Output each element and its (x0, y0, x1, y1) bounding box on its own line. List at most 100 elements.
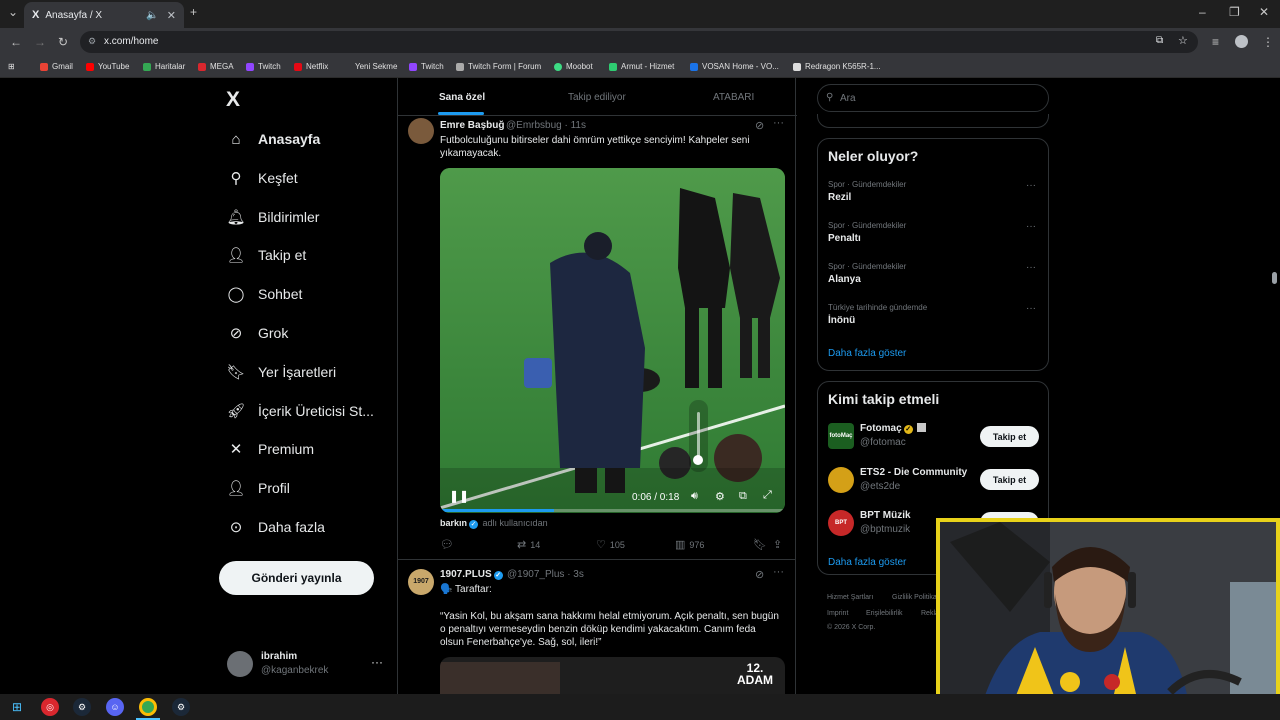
tab-for-you[interactable]: Sana özel (439, 92, 485, 103)
bookmark-item[interactable]: Twitch Form | Forum (456, 62, 541, 71)
bookmark-item[interactable]: Yeni Sekme (355, 62, 397, 71)
like-count: 105 (609, 539, 625, 550)
site-info-icon[interactable]: ⚙ (88, 36, 96, 47)
settings-gear-icon[interactable]: ⚙ (715, 490, 725, 503)
footer-link[interactable]: Imprint (827, 610, 848, 617)
profile-avatar-icon[interactable] (1235, 35, 1248, 48)
bookmark-item[interactable]: Netflix (294, 62, 328, 71)
twitch-icon (409, 62, 417, 71)
bookmark-item[interactable]: Armut - Hizmet (609, 62, 674, 71)
nav-item-notifications[interactable]: 🔔︎ Bildirimler (226, 202, 319, 232)
share-button[interactable]: ⇪ (773, 538, 786, 551)
picture-in-picture-icon[interactable]: ⧉ (739, 490, 747, 503)
url-field[interactable]: ⚙ x.com/home ⧉ ☆ (80, 31, 1198, 53)
video-progress-track[interactable] (440, 509, 785, 512)
avatar[interactable]: 1907 (408, 569, 434, 595)
bookmark-item[interactable]: Moobot (554, 62, 593, 71)
nav-item-profile[interactable]: 👤︎ Profil (226, 473, 289, 503)
volume-icon[interactable]: 🔊︎ (691, 490, 698, 503)
minimize-icon[interactable]: – (1199, 5, 1206, 19)
like-button[interactable]: ♡ 105 (596, 538, 625, 551)
bookmark-item[interactable]: Twitch (409, 62, 444, 71)
menu-kebab-icon[interactable]: ⋮ (1262, 35, 1274, 49)
nav-item-follow[interactable]: 👤︎ Takip et (226, 240, 306, 270)
tweet-media[interactable]: 12. ADAM (440, 657, 785, 694)
more-dots-icon[interactable]: ··· (1026, 221, 1036, 232)
tweet-video[interactable]: ❚❚ 0:06 / 0:18 🔊︎ ⚙ ⧉ ⤢ (440, 168, 785, 513)
bookmark-item[interactable]: Redragon K565R-1... (793, 62, 881, 71)
steam-icon[interactable]: ⚙ (172, 698, 190, 716)
bookmark-icon: 🔖︎ (753, 539, 767, 551)
show-more-link[interactable]: Daha fazla göster (828, 348, 906, 359)
nav-item-chat[interactable]: ◯ Sohbet (226, 279, 303, 309)
bookmark-item[interactable]: MEGA (198, 62, 234, 71)
tab-search-icon[interactable]: ⌄ (8, 5, 18, 19)
footer-link[interactable]: Gizlilik Politikası (892, 594, 942, 601)
nav-item-explore[interactable]: ⚲ Keşfet (226, 163, 298, 193)
credit-name[interactable]: barkın (440, 518, 467, 528)
chrome-icon[interactable] (139, 698, 157, 716)
search-input[interactable]: ⚲ Ara (817, 84, 1049, 112)
window-close-icon[interactable]: ✕ (1259, 5, 1269, 19)
new-tab-icon[interactable]: + (190, 5, 197, 19)
footer-link[interactable]: Erişilebilirlik (866, 610, 903, 617)
install-app-icon[interactable]: ⧉ (1156, 35, 1163, 46)
account-switcher[interactable]: ibrahim @kaganbekrek ··· (227, 648, 387, 682)
x-logo-icon[interactable]: X (226, 88, 240, 112)
restore-icon[interactable]: ❐ (1229, 5, 1240, 19)
more-dots-icon[interactable]: ··· (1026, 303, 1036, 314)
back-icon[interactable]: ← (10, 35, 22, 49)
tab-following[interactable]: Takip ediliyor (568, 92, 626, 103)
tweet-author-handle[interactable]: @Emrbsbug · 11s (506, 120, 586, 131)
more-dots-icon[interactable]: ··· (371, 655, 383, 669)
avatar[interactable] (408, 118, 434, 144)
fullscreen-icon[interactable]: ⤢ (763, 489, 772, 502)
forward-icon[interactable]: → (34, 35, 46, 49)
scrollbar-thumb[interactable] (1272, 272, 1277, 284)
browser-tab[interactable]: X Anasayfa / X 🔈 ✕ (24, 2, 184, 28)
bookmark-button[interactable]: 🔖︎ (753, 538, 771, 551)
views-button[interactable]: ▥ 976 (675, 538, 704, 551)
views-chart-icon: ▥ (675, 539, 686, 551)
nav-item-creator-studio[interactable]: 🚀︎ İçerik Üreticisi St... (226, 396, 373, 426)
tab-audio-icon[interactable]: 🔈 (146, 10, 158, 21)
more-dots-icon[interactable]: ··· (1026, 180, 1036, 191)
steam-icon[interactable]: ⚙ (73, 698, 91, 716)
tweet-author-name[interactable]: Emre Başbuğ (440, 120, 504, 131)
bookmark-item[interactable]: Gmail (40, 62, 73, 71)
bookmark-item[interactable]: Twitch (246, 62, 281, 71)
media-controls-icon[interactable]: ≡ (1212, 35, 1219, 49)
bookmark-item[interactable]: YouTube (86, 62, 129, 71)
pause-icon[interactable]: ❚❚ (449, 489, 469, 503)
footer-link[interactable]: Hizmet Şartları (827, 594, 873, 601)
grok-icon[interactable]: ⊘ (755, 568, 764, 581)
follow-button[interactable]: Takip et (980, 426, 1039, 447)
more-dots-icon[interactable]: ··· (773, 566, 784, 578)
tab-atabari[interactable]: ATABARI (713, 92, 754, 103)
show-more-link[interactable]: Daha fazla göster (828, 557, 906, 568)
tab-close-icon[interactable]: ✕ (167, 9, 176, 22)
nav-item-bookmarks[interactable]: 🔖︎ Yer İşaretleri (226, 357, 336, 387)
discord-icon[interactable]: ☺ (106, 698, 124, 716)
retweet-button[interactable]: ⇄ 14 (517, 538, 540, 551)
redragon-icon (793, 62, 801, 71)
tweet-author-name[interactable]: 1907.PLUS ✓ (440, 569, 503, 580)
reply-button[interactable]: 💬︎ (440, 538, 458, 551)
follow-button[interactable]: Takip et (980, 469, 1039, 490)
bookmark-item[interactable]: Haritalar (143, 62, 185, 71)
post-button[interactable]: Gönderi yayınla (219, 561, 374, 595)
tweet-author-handle[interactable]: @1907_Plus · 3s (507, 569, 584, 580)
reload-icon[interactable]: ↻ (58, 35, 68, 49)
nav-item-home[interactable]: ⌂ Anasayfa (226, 124, 320, 154)
bookmark-item[interactable]: VOSAN Home - VO... (690, 62, 779, 71)
nav-item-premium[interactable]: ✕ Premium (226, 434, 314, 464)
more-dots-icon[interactable]: ··· (773, 117, 784, 129)
nav-item-grok[interactable]: ⊘ Grok (226, 318, 289, 348)
star-icon[interactable]: ☆ (1178, 34, 1188, 47)
more-dots-icon[interactable]: ··· (1026, 262, 1036, 273)
nav-item-more[interactable]: ⊙ Daha fazla (226, 512, 325, 542)
grok-icon[interactable]: ⊘ (755, 119, 764, 132)
app-icon[interactable]: ◎ (41, 698, 59, 716)
apps-grid-icon[interactable]: ⊞ (8, 62, 15, 71)
windows-start-icon[interactable]: ⊞ (8, 698, 26, 716)
